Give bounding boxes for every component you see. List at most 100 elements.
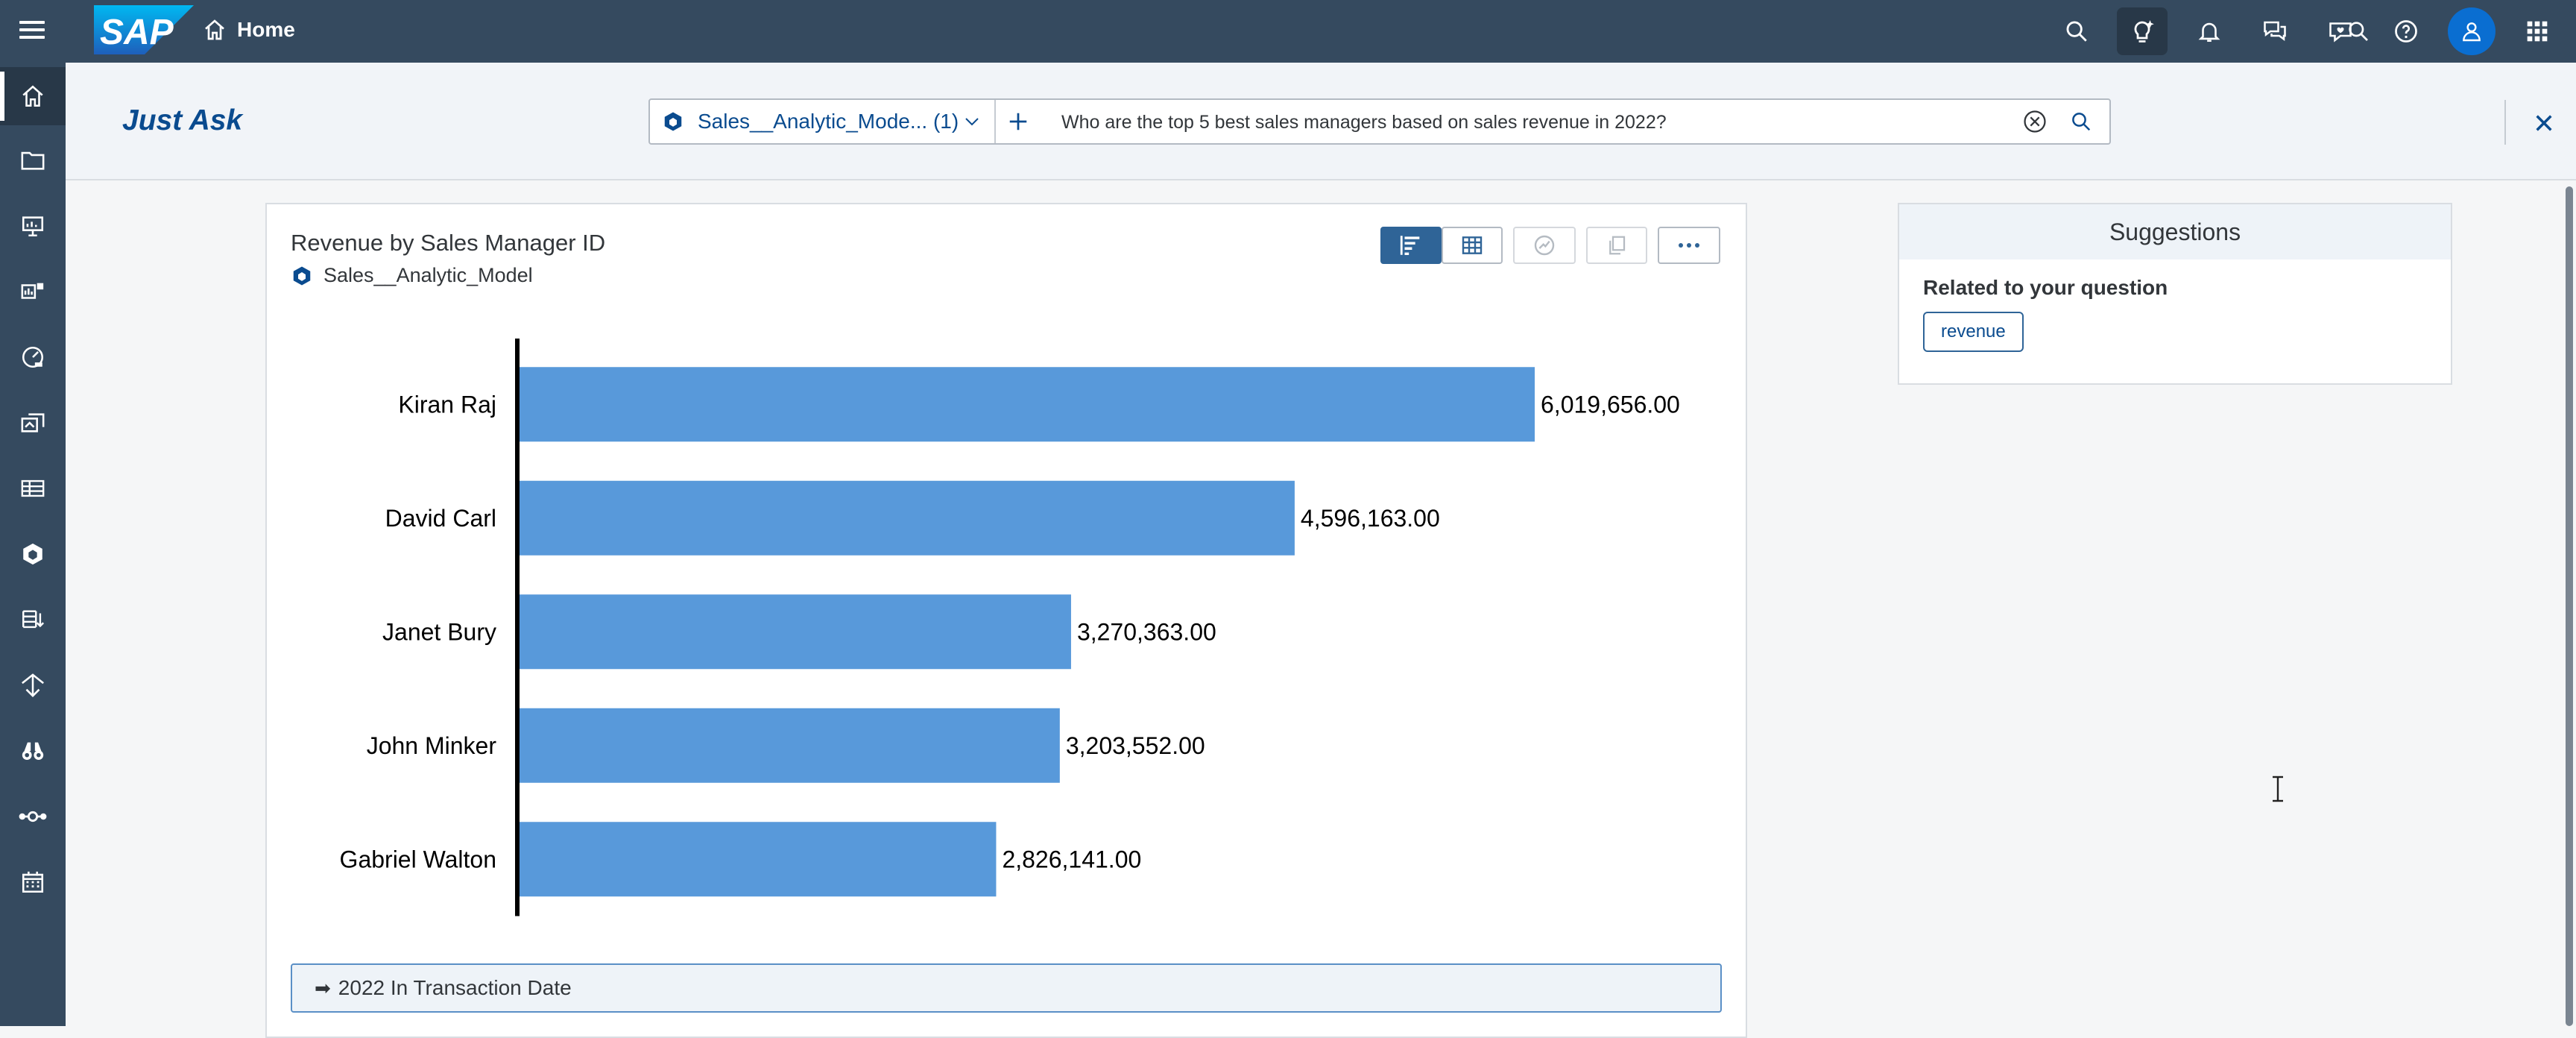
chart-card: Revenue by Sales Manager ID Sales__Analy… xyxy=(265,203,1747,1038)
sap-logo-text: SAP xyxy=(100,13,174,52)
clear-query-button[interactable] xyxy=(2020,107,2050,136)
home-link[interactable]: Home xyxy=(203,13,295,46)
feedback-button[interactable] xyxy=(2315,7,2366,55)
bar[interactable] xyxy=(520,822,997,897)
model-cube-icon xyxy=(293,266,311,285)
suggestion-chip-revenue[interactable]: revenue xyxy=(1923,312,2024,352)
category-tick-label: Kiran Raj xyxy=(398,391,496,418)
data-table-icon xyxy=(21,479,45,497)
table-icon xyxy=(1462,236,1483,254)
category-tick-label: David Carl xyxy=(385,505,496,532)
arrow-right-icon: ➡ xyxy=(315,976,331,999)
nav-insights[interactable] xyxy=(0,722,66,780)
add-model-button[interactable] xyxy=(994,100,1042,143)
category-tick-label: Gabriel Walton xyxy=(340,846,496,872)
nav-calendar[interactable] xyxy=(0,853,66,911)
bar[interactable] xyxy=(520,594,1071,670)
home-icon xyxy=(22,85,43,107)
bar-chart-icon xyxy=(1400,236,1420,256)
notifications-button[interactable] xyxy=(2184,7,2235,55)
bar-value-label: 6,019,656.00 xyxy=(1541,391,1680,418)
model-selector[interactable]: Sales__Analytic_Mode... (1) xyxy=(650,100,996,143)
clear-icon xyxy=(2024,110,2046,133)
chart-title: Revenue by Sales Manager ID xyxy=(291,230,606,256)
filter-token[interactable]: ➡ 2022 In Transaction Date xyxy=(291,963,1722,1013)
table-view-button[interactable] xyxy=(1442,227,1503,264)
binoculars-icon xyxy=(22,742,44,761)
menu-icon[interactable] xyxy=(16,16,48,46)
suggestions-subheading: Related to your question xyxy=(1923,276,2168,299)
app-grid-icon xyxy=(2527,21,2548,42)
filter-label: 2022 In Transaction Date xyxy=(338,976,572,999)
nav-models[interactable] xyxy=(0,525,66,583)
category-tick-label: Janet Bury xyxy=(382,618,496,645)
nav-home[interactable] xyxy=(0,67,66,125)
data-import-icon xyxy=(22,610,45,629)
page-scrollbar[interactable] xyxy=(2563,186,2576,1026)
header-divider xyxy=(2504,100,2506,145)
nav-connections[interactable] xyxy=(0,787,66,846)
nav-data-actions[interactable] xyxy=(0,656,66,714)
data-action-icon xyxy=(22,673,44,697)
modeler-icon xyxy=(21,413,45,432)
chart-view-button[interactable] xyxy=(1380,227,1442,264)
smart-insights-button[interactable] xyxy=(1513,227,1576,264)
folder-icon xyxy=(21,151,45,170)
user-icon xyxy=(2463,22,2481,42)
help-icon xyxy=(2395,20,2417,43)
help-button[interactable] xyxy=(2381,7,2431,55)
chat-icon xyxy=(2264,21,2286,42)
nav-analytic-application[interactable] xyxy=(0,262,66,321)
plus-icon xyxy=(1009,113,1027,130)
mouse-text-cursor xyxy=(2273,776,2283,802)
more-options-button[interactable] xyxy=(1658,227,1720,264)
nav-modeler[interactable] xyxy=(0,394,66,452)
close-just-ask-button[interactable] xyxy=(2525,104,2563,142)
question-input[interactable] xyxy=(1060,106,2017,139)
user-avatar[interactable] xyxy=(2448,7,2496,55)
bar-value-label: 4,596,163.00 xyxy=(1301,505,1440,532)
home-icon xyxy=(205,19,224,40)
chart-model-name: Sales__Analytic_Model xyxy=(323,264,533,286)
model-selector-label: Sales__Analytic_Mode... (1) xyxy=(698,110,959,133)
feedback-icon xyxy=(2329,22,2352,43)
bar[interactable] xyxy=(520,367,1535,442)
analytic-app-icon xyxy=(21,283,44,299)
gauge-icon xyxy=(22,346,44,368)
scrollbar-thumb[interactable] xyxy=(2566,186,2573,1026)
bar[interactable] xyxy=(520,480,1295,556)
nav-stories[interactable] xyxy=(0,197,66,255)
smart-insights-icon xyxy=(1534,235,1555,256)
model-cube-icon xyxy=(23,543,42,565)
copy-button[interactable] xyxy=(1586,227,1647,264)
chevron-down-icon xyxy=(965,118,979,126)
side-navigation xyxy=(0,63,66,1026)
suggestions-panel: Suggestions Related to your question rev… xyxy=(1898,203,2452,385)
search-icon xyxy=(2072,113,2091,131)
bar-value-label: 2,826,141.00 xyxy=(1002,846,1141,872)
submit-search-button[interactable] xyxy=(2066,107,2096,136)
chart-model-source: Sales__Analytic_Model xyxy=(291,264,533,287)
category-tick-label: John Minker xyxy=(367,732,497,759)
revenue-bar-chart[interactable]: Kiran Raj 6,019,656.00 David Carl 4,596,163… xyxy=(267,339,1746,944)
sap-logo[interactable]: SAP xyxy=(94,5,194,54)
page-title: Just Ask xyxy=(122,104,243,136)
connections-icon xyxy=(19,811,47,822)
model-cube-icon xyxy=(664,112,682,131)
nav-data-import[interactable] xyxy=(0,591,66,649)
nav-data-sources[interactable] xyxy=(0,459,66,518)
bar[interactable] xyxy=(520,708,1060,783)
close-icon xyxy=(2536,115,2552,131)
app-grid-button[interactable] xyxy=(2512,7,2563,55)
just-ask-search-bar: Sales__Analytic_Mode... (1) xyxy=(648,98,2111,145)
ai-assistant-button[interactable] xyxy=(2117,7,2168,55)
presentation-icon xyxy=(22,216,44,237)
bar-value-label: 3,270,363.00 xyxy=(1077,618,1216,645)
nav-digital-boardroom[interactable] xyxy=(0,328,66,386)
shell-search-button[interactable] xyxy=(2051,7,2102,55)
nav-files[interactable] xyxy=(0,131,66,189)
search-icon xyxy=(2066,21,2087,42)
bell-icon xyxy=(2198,22,2220,43)
suggestions-header: Suggestions xyxy=(1899,204,2451,260)
discussions-button[interactable] xyxy=(2250,7,2300,55)
